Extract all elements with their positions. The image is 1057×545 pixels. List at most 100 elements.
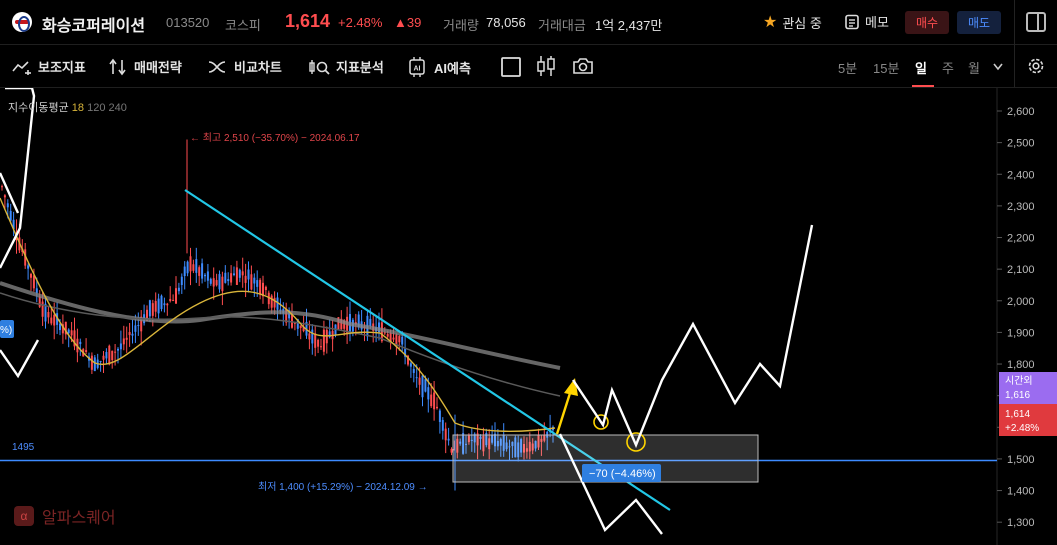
chart-canvas[interactable]: 2,600 2,500 2,400 2,300 2,200 2,100 2,000 1,900… bbox=[0, 88, 1057, 545]
candle-body bbox=[32, 275, 35, 289]
compare-button[interactable]: 비교차트 bbox=[208, 57, 282, 76]
candle-body bbox=[421, 375, 424, 398]
candle-body bbox=[386, 334, 389, 337]
memo-icon bbox=[845, 14, 859, 29]
projection-up bbox=[572, 224, 814, 449]
candlestick-icon[interactable] bbox=[536, 55, 556, 77]
candle-body bbox=[424, 379, 427, 392]
watermark-text: 알파스퀘어 bbox=[42, 510, 116, 527]
candle-body bbox=[166, 303, 169, 306]
volume-value: 78,056 bbox=[486, 15, 526, 30]
ma-period-120: 120 bbox=[87, 102, 106, 114]
price-chart[interactable]: 지수이동평균 18 120 240 2,600 2,500 2,400 2,300 2,… bbox=[0, 88, 1057, 545]
strategy-label: 매매전략 bbox=[134, 60, 182, 75]
sell-button[interactable]: 매도 bbox=[957, 11, 1001, 34]
candle-body bbox=[401, 336, 404, 345]
indicator-button[interactable]: 보조지표 bbox=[12, 57, 86, 76]
candle-body bbox=[224, 272, 227, 283]
candle-body bbox=[41, 301, 44, 317]
hline-label: 1495 bbox=[12, 442, 35, 453]
compare-label: 비교차트 bbox=[234, 60, 282, 75]
period-week[interactable]: 주 bbox=[942, 58, 954, 77]
watchlist-button[interactable]: ★ 관심 중 bbox=[763, 12, 822, 32]
candle-body bbox=[322, 329, 325, 352]
candle-body bbox=[436, 406, 438, 409]
candle-body bbox=[137, 325, 140, 327]
candle-body bbox=[398, 336, 401, 343]
svg-text:AI: AI bbox=[414, 66, 421, 73]
candle-body bbox=[441, 420, 444, 431]
active-period-indicator bbox=[912, 85, 934, 87]
ytick-label: 1,300 bbox=[1007, 517, 1035, 529]
period-day[interactable]: 일 bbox=[915, 58, 927, 77]
candle-body bbox=[90, 355, 93, 370]
candle-body bbox=[47, 311, 50, 318]
projection-left-mid bbox=[0, 172, 20, 214]
candle-body bbox=[163, 303, 166, 306]
candle-body bbox=[204, 274, 206, 277]
candle-body bbox=[299, 325, 302, 329]
candle-body bbox=[1, 186, 3, 188]
memo-button[interactable]: 메모 bbox=[845, 12, 889, 31]
candle-body bbox=[67, 329, 70, 334]
candle-body bbox=[99, 360, 102, 362]
period-month[interactable]: 월 bbox=[968, 58, 980, 77]
candle-body bbox=[117, 348, 119, 351]
ai-forecast-label: AI예측 bbox=[434, 60, 471, 76]
chevron-down-icon[interactable] bbox=[992, 62, 1004, 72]
period-5min[interactable]: 5분 bbox=[838, 58, 857, 77]
ai-chip-icon: AI bbox=[409, 57, 425, 77]
candle-body bbox=[433, 392, 436, 410]
candle-body bbox=[114, 351, 117, 353]
candle-body bbox=[438, 410, 441, 422]
analysis-label: 지표분석 bbox=[336, 60, 384, 75]
panel-toggle-icon[interactable] bbox=[1026, 12, 1046, 32]
square-draw-icon[interactable] bbox=[500, 56, 522, 78]
candle-body bbox=[244, 275, 247, 283]
ma-legend-label: 지수이동평균 bbox=[8, 102, 69, 114]
candle-body bbox=[128, 332, 131, 336]
candle-body bbox=[308, 333, 311, 340]
candle-body bbox=[160, 295, 163, 310]
candle-body bbox=[3, 195, 6, 198]
ma-period-240: 240 bbox=[108, 102, 127, 114]
ytick-label: 2,400 bbox=[1007, 169, 1035, 181]
indicator-icon bbox=[12, 60, 31, 75]
ai-forecast-button[interactable]: AI AI예측 bbox=[406, 57, 471, 77]
gear-icon[interactable] bbox=[1026, 56, 1046, 76]
candle-body bbox=[154, 300, 157, 312]
candle-body bbox=[238, 269, 241, 278]
current-price-tag-price: 1,614 bbox=[1005, 409, 1030, 420]
candle-body bbox=[317, 339, 320, 347]
strategy-button[interactable]: 매매전략 bbox=[108, 57, 182, 76]
candle-body bbox=[412, 368, 415, 373]
current-price: 1,614 bbox=[285, 11, 331, 31]
buy-button[interactable]: 매수 bbox=[905, 11, 949, 34]
candle-body bbox=[291, 314, 293, 328]
after-hours-label: 시간외 bbox=[1005, 375, 1033, 387]
period-15min[interactable]: 15분 bbox=[873, 58, 899, 77]
candle-body bbox=[221, 276, 224, 292]
candle-body bbox=[314, 333, 317, 348]
candle-body bbox=[427, 387, 430, 400]
candle-body bbox=[230, 273, 233, 283]
candle-body bbox=[192, 264, 195, 271]
change-percent: +2.48% bbox=[338, 15, 383, 30]
compare-icon bbox=[208, 60, 226, 73]
candle-body bbox=[201, 263, 204, 279]
ma-legend: 지수이동평균 18 120 240 bbox=[8, 99, 127, 115]
candle-body bbox=[415, 377, 418, 379]
ytick-label: 1,800 bbox=[1007, 359, 1035, 371]
candle-body bbox=[169, 298, 172, 302]
ytick-label: 2,600 bbox=[1007, 106, 1035, 118]
camera-icon[interactable] bbox=[572, 56, 594, 76]
candle-body bbox=[175, 288, 177, 304]
analysis-button[interactable]: 지표분석 bbox=[308, 57, 384, 76]
candle-body bbox=[157, 298, 160, 314]
star-icon: ★ bbox=[763, 14, 778, 31]
high-annotation: ← 최고 2,510 (−35.70%) − 2024.06.17 bbox=[190, 132, 360, 144]
trade-amount-label: 거래대금 bbox=[538, 18, 586, 33]
ytick-label: 2,300 bbox=[1007, 201, 1035, 213]
candle-body bbox=[27, 265, 30, 269]
analysis-icon bbox=[309, 59, 330, 75]
